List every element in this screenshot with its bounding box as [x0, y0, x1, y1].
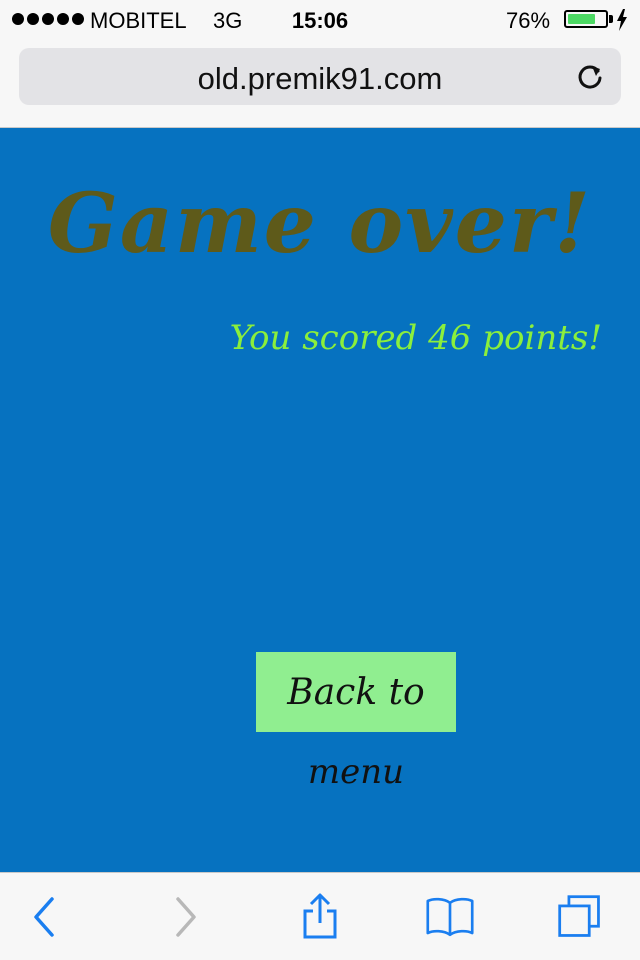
bookmarks-button[interactable] [426, 893, 474, 941]
battery-level-fill [568, 14, 596, 24]
share-icon [303, 893, 337, 939]
score-message: You scored 46 points! [229, 318, 602, 358]
charging-bolt-icon [617, 9, 627, 31]
back-to-menu-button[interactable]: Back to [256, 652, 456, 732]
address-bar[interactable]: old.premik91.com [19, 48, 621, 105]
tabs-button[interactable] [556, 893, 604, 941]
battery-icon [564, 10, 608, 28]
back-to-menu-label: Back to [287, 671, 425, 713]
back-button[interactable] [20, 893, 68, 941]
status-bar: MOBITEL 3G 15:06 76% [0, 0, 640, 40]
forward-button[interactable] [162, 893, 210, 941]
back-to-menu-label-overflow[interactable]: menu [256, 752, 456, 792]
game-over-title: Game over! [47, 176, 593, 272]
browser-toolbar [0, 872, 640, 960]
bookmarks-icon [426, 897, 474, 937]
url-text[interactable]: old.premik91.com [19, 61, 621, 97]
share-button[interactable] [296, 893, 344, 941]
tabs-icon [558, 895, 600, 937]
forward-icon [176, 897, 196, 937]
reload-icon[interactable] [575, 62, 605, 92]
back-icon [34, 897, 54, 937]
browser-header: old.premik91.com [0, 40, 640, 128]
battery-nub [609, 15, 613, 23]
game-canvas: Game over! You scored 46 points! Back to… [0, 128, 640, 872]
battery-percent: 76% [506, 8, 551, 33]
